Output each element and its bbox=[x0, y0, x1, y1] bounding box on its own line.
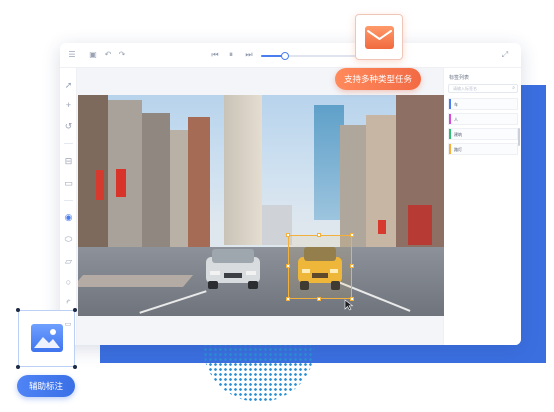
undo-icon[interactable]: ↶ bbox=[103, 50, 113, 60]
circle-icon[interactable]: ○ bbox=[63, 277, 74, 288]
building bbox=[170, 130, 188, 255]
pause-icon[interactable]: ⏸ bbox=[226, 50, 236, 60]
building bbox=[188, 117, 210, 255]
tool-divider bbox=[64, 200, 73, 201]
label-item-text: 人 bbox=[454, 117, 458, 122]
label-color-bar bbox=[449, 129, 451, 139]
search-icon[interactable]: ⌕ bbox=[512, 85, 515, 91]
tower bbox=[224, 95, 262, 245]
timeline-handle[interactable] bbox=[280, 52, 289, 60]
label-color-bar bbox=[449, 114, 451, 124]
arc-icon[interactable]: ◜ bbox=[64, 299, 72, 307]
bounding-box[interactable] bbox=[286, 233, 354, 301]
selection-corner bbox=[73, 308, 77, 312]
undo-icon[interactable]: ↺ bbox=[63, 121, 74, 132]
assist-image-card bbox=[16, 308, 77, 369]
red-sign bbox=[408, 205, 432, 245]
menu-icon[interactable]: ☰ bbox=[67, 50, 77, 60]
folder-icon[interactable]: ▱ bbox=[63, 256, 74, 267]
skip-forward-icon[interactable]: ⏭ bbox=[244, 50, 254, 60]
bbox-handle[interactable] bbox=[350, 264, 354, 268]
save-icon[interactable]: ▣ bbox=[88, 50, 98, 60]
selection-corner bbox=[16, 308, 20, 312]
building bbox=[142, 113, 170, 255]
bbox-handle[interactable] bbox=[286, 297, 290, 301]
selection-corner bbox=[73, 365, 77, 369]
promo-stage: ☰ ▣ ↶ ↷ ⏮ ⏸ ⏭ ⤢ ➚ + ↺ ⊟ ▭ ◉ ⬭ ▱ ○ ◜ 标签列表… bbox=[0, 0, 554, 412]
label-item-text: 建筑 bbox=[454, 132, 462, 137]
building bbox=[340, 125, 366, 247]
label-color-bar bbox=[449, 144, 451, 154]
circle-icon[interactable]: ◉ bbox=[63, 212, 74, 223]
label-item[interactable]: 人 bbox=[448, 113, 518, 125]
task-types-pill[interactable]: 支持多种类型任务 bbox=[335, 68, 421, 90]
street-photo[interactable] bbox=[78, 95, 444, 316]
label-color-bar bbox=[449, 99, 451, 109]
label-panel-title: 标签列表 bbox=[449, 75, 470, 81]
white-suv bbox=[206, 249, 260, 289]
label-search-placeholder: 请输入标签名 bbox=[453, 86, 477, 91]
ellipse-icon[interactable]: ⬭ bbox=[63, 234, 74, 245]
selection-corner bbox=[16, 365, 20, 369]
red-sign bbox=[116, 169, 126, 197]
bbox-handle[interactable] bbox=[317, 297, 321, 301]
label-item-text: 路灯 bbox=[454, 147, 462, 152]
skip-back-icon[interactable]: ⏮ bbox=[210, 50, 220, 60]
bbox-handle[interactable] bbox=[350, 233, 354, 237]
task-type-card bbox=[355, 14, 403, 60]
bbox-handle[interactable] bbox=[317, 233, 321, 237]
label-panel: 标签列表 请输入标签名 ⌕ 车 人 建筑 路灯 bbox=[443, 68, 521, 345]
label-panel-scrollbar[interactable] bbox=[518, 128, 520, 146]
sidewalk bbox=[78, 275, 194, 287]
image-icon[interactable]: ▭ bbox=[64, 321, 72, 329]
label-item[interactable]: 车 bbox=[448, 98, 518, 110]
expand-icon[interactable]: ⤢ bbox=[500, 50, 510, 60]
assist-annotation-pill[interactable]: 辅助标注 bbox=[17, 375, 75, 397]
tool-divider bbox=[64, 143, 73, 144]
image-icon bbox=[31, 324, 63, 352]
bbox-handle[interactable] bbox=[286, 264, 290, 268]
redo-icon[interactable]: ↷ bbox=[117, 50, 127, 60]
cursor-icon bbox=[344, 299, 354, 311]
add-icon[interactable]: + bbox=[63, 100, 74, 111]
label-item-text: 车 bbox=[454, 102, 458, 107]
image-icon[interactable]: ▭ bbox=[63, 178, 74, 189]
bbox-handle[interactable] bbox=[286, 233, 290, 237]
pointer-icon[interactable]: ➚ bbox=[63, 80, 74, 91]
red-sign bbox=[378, 220, 386, 234]
label-item[interactable]: 路灯 bbox=[448, 143, 518, 155]
label-item[interactable]: 建筑 bbox=[448, 128, 518, 140]
ruler-icon[interactable]: ⊟ bbox=[63, 156, 74, 167]
envelope-icon bbox=[365, 26, 394, 49]
label-search-input[interactable]: 请输入标签名 ⌕ bbox=[448, 84, 518, 93]
red-sign bbox=[96, 170, 104, 200]
top-toolbar: ☰ ▣ ↶ ↷ ⏮ ⏸ ⏭ ⤢ bbox=[60, 43, 521, 68]
